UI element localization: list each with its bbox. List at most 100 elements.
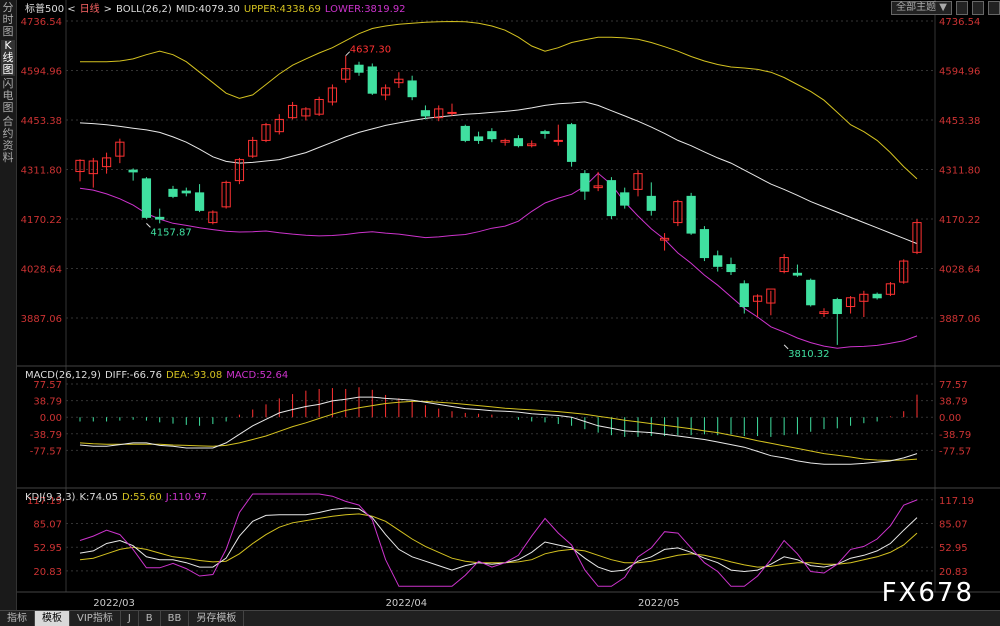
x-axis-label: 2022/04 (386, 598, 428, 609)
x-axis-label: 2022/03 (93, 598, 135, 609)
kline-legend-part: LOWER:3819.92 (325, 4, 406, 15)
candle-body (128, 169, 138, 173)
macd-legend: MACD(26,12,9) DIFF:-66.76 DEA:-93.08 MACD:5… (25, 370, 288, 381)
candle-body (792, 272, 803, 276)
y-tick-label-left: 4311.80 (21, 166, 62, 177)
candle-body (155, 216, 165, 220)
boll-mid-line (79, 101, 918, 245)
candle-body (473, 136, 484, 141)
y-tick-label-right: 4028.64 (939, 265, 980, 276)
candle-body (447, 111, 457, 114)
dea-line (79, 400, 918, 461)
y-tick-label-left: -77.57 (30, 446, 62, 457)
candle-body (540, 131, 550, 134)
kdj-j-line (79, 493, 918, 587)
bottom-tab-3[interactable]: J (121, 611, 139, 626)
y-tick-label-right: 52.95 (939, 543, 968, 554)
candle-body (168, 188, 178, 197)
y-tick-label-left: 4736.54 (21, 17, 62, 28)
kline-panel: 4736.54 4736.54 4594.96 4594.96 4453.38 4453.… (21, 17, 981, 609)
boll-lower-line (79, 172, 918, 349)
bottom-tab-1[interactable]: 模板 (35, 611, 70, 626)
y-tick-label-left: 85.07 (33, 519, 62, 530)
bottom-tab-6[interactable]: 另存模板 (189, 611, 245, 626)
kline-legend-part: BOLL(26,2) (116, 4, 172, 15)
x-axis-label: 2022/05 (638, 598, 680, 609)
candle-body (407, 80, 417, 98)
kdj-panel: 117.19 117.1985.07 85.0752.95 52.9520.83 20.… (27, 493, 974, 587)
kline-legend-part: MID:4079.30 (176, 4, 240, 15)
kdj-legend-part: K:74.05 (79, 492, 118, 503)
candle-body (620, 192, 630, 206)
sidebar-tab-1[interactable]: K线图 (1, 40, 15, 76)
candle-body (739, 283, 749, 308)
candle-body (367, 66, 377, 94)
kdj-k-line (79, 507, 918, 573)
extreme-label: 4637.30 (350, 45, 391, 56)
restore-icon[interactable] (972, 1, 984, 15)
chart-area[interactable]: 4736.54 4736.54 4594.96 4594.96 4453.38 4453.… (17, 0, 1000, 610)
candle-body (354, 64, 364, 73)
y-tick-label-left: 77.57 (33, 380, 62, 391)
candle-body (194, 192, 205, 211)
close-icon[interactable] (988, 1, 1000, 15)
macd-legend-part: DIFF:-66.76 (105, 370, 162, 381)
y-tick-label-right: -38.79 (939, 430, 971, 441)
y-tick-label-right: 4311.80 (939, 166, 980, 177)
y-tick-label-left: 4453.38 (21, 116, 62, 127)
candle-body (726, 264, 736, 273)
candle-body (872, 293, 882, 299)
grid-lines (17, 0, 1000, 593)
y-tick-label-right: 85.07 (939, 519, 968, 530)
minimize-icon[interactable] (956, 1, 968, 15)
y-tick-label-right: -77.57 (939, 446, 971, 457)
chart-svg[interactable]: 4736.54 4736.54 4594.96 4594.96 4453.38 4453.… (17, 0, 1000, 610)
watermark-logo: FX678 (881, 578, 974, 608)
y-tick-label-right: 117.19 (939, 496, 974, 507)
bottom-tab-5[interactable]: BB (161, 611, 190, 626)
kline-legend-part: 标普500 < (25, 2, 76, 15)
kdj-legend: KDJ(9,3,3) K:74.05 D:55.60 J:110.97 (25, 492, 207, 503)
candle-body (460, 125, 470, 141)
kdj-legend-part: KDJ(9,3,3) (25, 492, 76, 503)
y-tick-label-right: 4594.96 (939, 66, 980, 77)
sidebar-tab-2[interactable]: 闪电图 (1, 78, 15, 114)
bottom-tab-0[interactable]: 指标 (0, 611, 35, 626)
candle-body (487, 131, 497, 140)
kline-legend: 标普500 < 日线 > BOLL(26,2) MID:4079.30 UPPER:433… (25, 2, 406, 15)
boll-upper-line (80, 20, 918, 180)
bottom-toolbar: 指标 模板 VIP指标 J B BB 另存模板 (0, 610, 1000, 626)
candle-body (566, 124, 577, 162)
bottom-tab-2[interactable]: VIP指标 (70, 611, 121, 626)
kline-legend-part: UPPER:4338.69 (244, 4, 321, 15)
candle-body (713, 255, 723, 267)
candle-body (580, 173, 590, 192)
chevron-down-icon: ▼ (939, 2, 947, 13)
candle-body (832, 299, 842, 315)
sidebar-tab-0[interactable]: 分时图 (1, 2, 15, 38)
macd-panel: 77.57 77.57 38.79 38.79 0.00 0.00 -38.79 -38.79… (30, 380, 971, 465)
y-tick-label-left: 4594.96 (21, 66, 62, 77)
y-tick-label-left: 4170.22 (21, 215, 62, 226)
bottom-tab-4[interactable]: B (139, 611, 161, 626)
macd-legend-part: MACD:52.64 (226, 370, 288, 381)
candle-body (806, 279, 816, 306)
kdj-d-line (79, 513, 918, 568)
y-tick-label-right: 3887.06 (939, 314, 980, 325)
theme-select-label: 全部主题 (896, 2, 937, 13)
period-sidebar: 分时图 K线图闪电图合约资料 (0, 0, 17, 610)
theme-select[interactable]: 全部主题 ▼ (891, 1, 952, 15)
macd-legend-part: DEA:-93.08 (166, 370, 222, 381)
y-tick-label-left: 52.95 (33, 543, 62, 554)
sidebar-tab-3[interactable]: 合约资料 (1, 116, 15, 164)
y-tick-label-right: 4736.54 (939, 17, 980, 28)
y-tick-label-left: 20.83 (33, 567, 62, 578)
kdj-legend-part: D:55.60 (122, 492, 162, 503)
kline-legend-part: 日线 (80, 2, 100, 15)
candle-body (513, 138, 524, 147)
candle-body (553, 139, 563, 142)
y-tick-label-left: 38.79 (33, 397, 62, 408)
candle-body (141, 178, 152, 218)
y-tick-label-left: -38.79 (30, 430, 62, 441)
y-tick-label-left: 0.00 (40, 413, 62, 424)
